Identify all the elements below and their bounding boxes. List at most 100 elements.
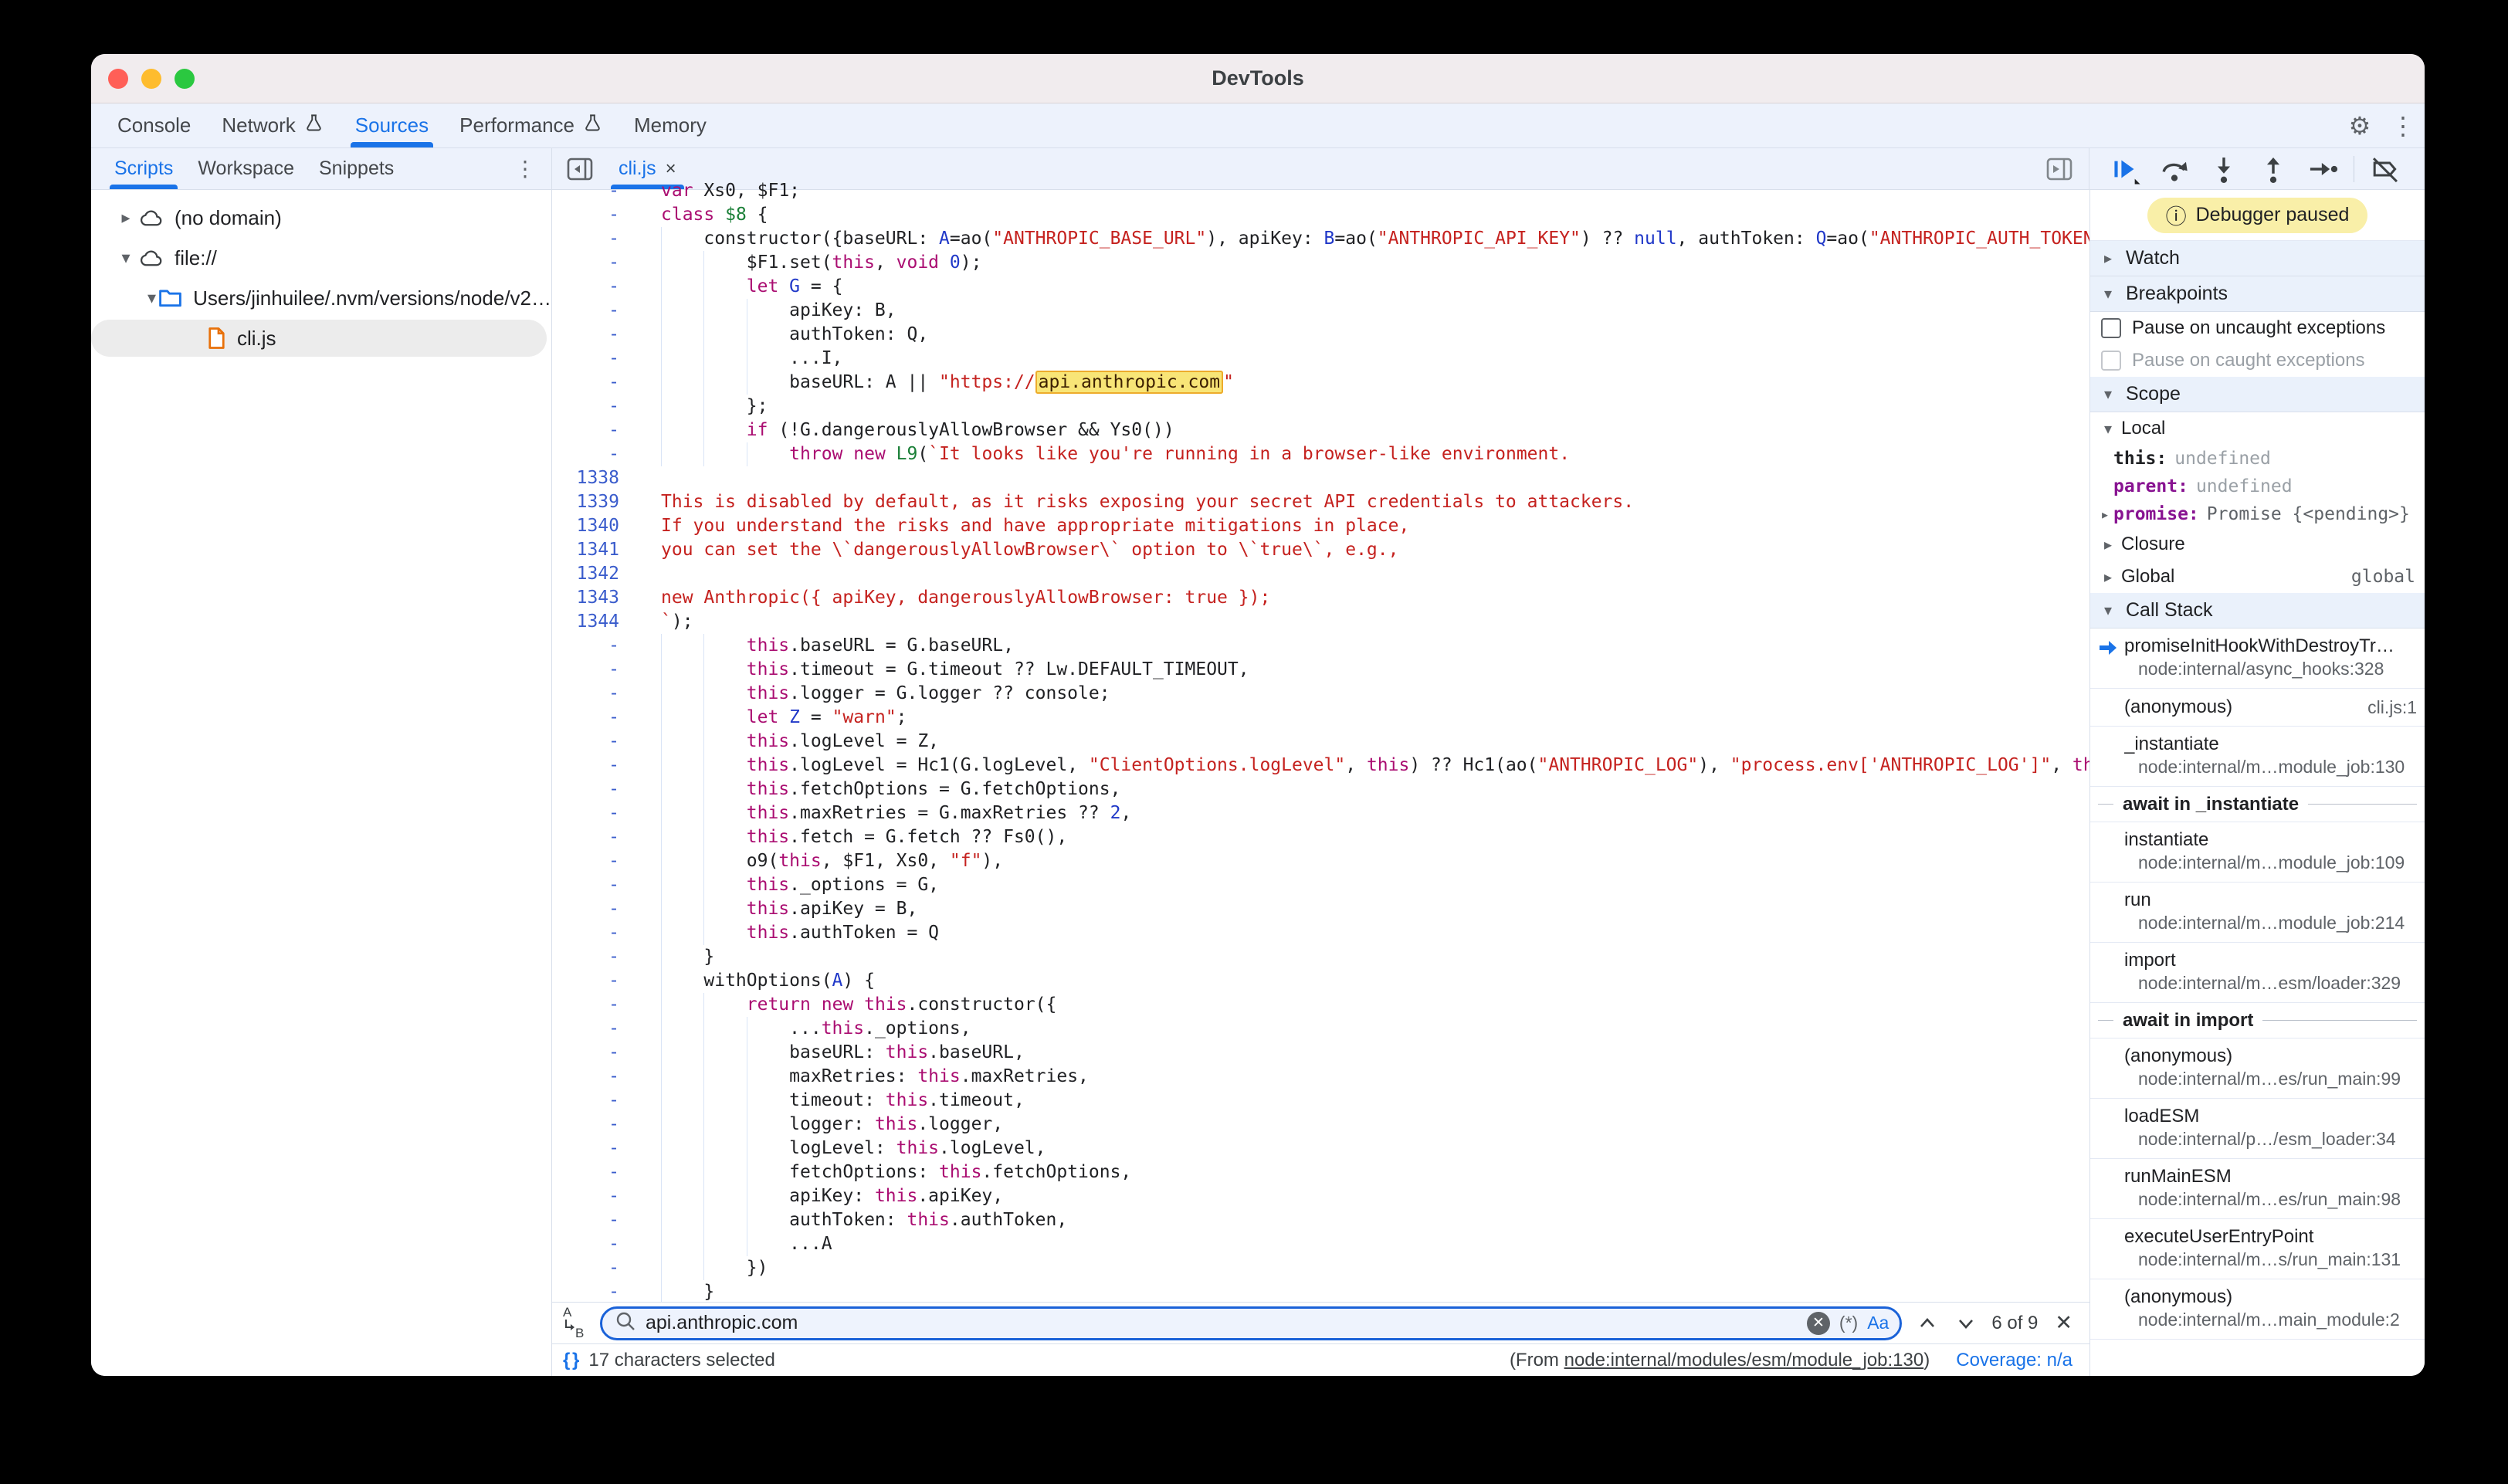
code-line-text[interactable] bbox=[633, 466, 2089, 490]
checkbox[interactable] bbox=[2101, 351, 2121, 371]
scope-group-closure[interactable]: ▸Closure bbox=[2090, 528, 2425, 561]
code-line-text[interactable]: this.authToken = Q bbox=[633, 921, 2089, 945]
call-stack-frame[interactable]: importnode:internal/m…esm/loader:329 bbox=[2090, 943, 2425, 1003]
pretty-print-marker[interactable]: - bbox=[552, 1041, 633, 1065]
regex-toggle[interactable]: (*) bbox=[1839, 1313, 1858, 1333]
pretty-print-marker[interactable]: - bbox=[552, 1280, 633, 1302]
navigator-tab-workspace[interactable]: Workspace bbox=[185, 148, 307, 189]
code-line-text[interactable]: baseURL: this.baseURL, bbox=[633, 1041, 2089, 1065]
pretty-print-marker[interactable]: - bbox=[552, 371, 633, 395]
code-line-text[interactable]: let G = { bbox=[633, 275, 2089, 299]
pretty-print-marker[interactable]: - bbox=[552, 227, 633, 251]
more-menu-icon[interactable]: ⋮ bbox=[2381, 103, 2425, 147]
code-line-text[interactable]: this.logger = G.logger ?? console; bbox=[633, 682, 2089, 706]
code-line-text[interactable] bbox=[633, 562, 2089, 586]
source-origin-link[interactable]: node:internal/modules/esm/module_job:130 bbox=[1564, 1350, 1924, 1370]
code-line-text[interactable]: throw new L9(`It looks like you're runni… bbox=[633, 442, 2089, 466]
scope-section-header[interactable]: ▾ Scope bbox=[2090, 377, 2425, 412]
call-stack-frame[interactable]: (anonymous)node:internal/m…main_module:2 bbox=[2090, 1279, 2425, 1340]
pretty-print-marker[interactable]: - bbox=[552, 730, 633, 754]
code-line-text[interactable]: let Z = "warn"; bbox=[633, 706, 2089, 730]
pretty-print-marker[interactable]: - bbox=[552, 1256, 633, 1280]
code-line-text[interactable]: var Xs0, $F1; bbox=[633, 179, 2089, 203]
code-line-text[interactable]: new Anthropic({ apiKey, dangerouslyAllow… bbox=[633, 586, 2089, 610]
code-line-text[interactable]: this.apiKey = B, bbox=[633, 897, 2089, 921]
pretty-print-marker[interactable]: - bbox=[552, 993, 633, 1017]
code-line-text[interactable]: baseURL: A || "https://api.anthropic.com… bbox=[633, 371, 2089, 395]
pretty-print-marker[interactable]: - bbox=[552, 395, 633, 418]
code-line-text[interactable]: apiKey: this.apiKey, bbox=[633, 1184, 2089, 1208]
pretty-print-marker[interactable]: - bbox=[552, 275, 633, 299]
navigator-tab-scripts[interactable]: Scripts bbox=[102, 148, 185, 189]
match-case-toggle[interactable]: Aa bbox=[1867, 1313, 1889, 1333]
breakpoint-toggle-row[interactable]: Pause on uncaught exceptions bbox=[2090, 312, 2425, 344]
code-line-text[interactable]: this._options = G, bbox=[633, 873, 2089, 897]
code-line-text[interactable]: this.maxRetries = G.maxRetries ?? 2, bbox=[633, 801, 2089, 825]
main-tab-network[interactable]: Network bbox=[206, 103, 339, 147]
pretty-print-marker[interactable]: - bbox=[552, 945, 633, 969]
watch-section-header[interactable]: ▸ Watch bbox=[2090, 241, 2425, 276]
pretty-print-marker[interactable]: - bbox=[552, 347, 633, 371]
code-line-text[interactable]: maxRetries: this.maxRetries, bbox=[633, 1065, 2089, 1089]
deactivate-breakpoints-icon[interactable] bbox=[2364, 151, 2407, 187]
pretty-print-marker[interactable]: - bbox=[552, 778, 633, 801]
pretty-print-marker[interactable]: - bbox=[552, 1113, 633, 1137]
main-tab-performance[interactable]: Performance bbox=[444, 103, 619, 147]
code-line-text[interactable]: }) bbox=[633, 1256, 2089, 1280]
code-line-text[interactable]: `); bbox=[633, 610, 2089, 634]
close-search-icon[interactable]: ✕ bbox=[2050, 1311, 2077, 1335]
scope-group-global[interactable]: ▸Globalglobal bbox=[2090, 561, 2425, 593]
pretty-print-marker[interactable]: - bbox=[552, 849, 633, 873]
call-stack-frame[interactable]: runMainESMnode:internal/m…es/run_main:98 bbox=[2090, 1159, 2425, 1219]
code-line-text[interactable]: if (!G.dangerouslyAllowBrowser && Ys0()) bbox=[633, 418, 2089, 442]
pretty-print-marker[interactable]: - bbox=[552, 825, 633, 849]
pretty-print-marker[interactable]: - bbox=[552, 801, 633, 825]
code-line-text[interactable]: this.logLevel = Z, bbox=[633, 730, 2089, 754]
previous-match-icon[interactable] bbox=[1914, 1312, 1940, 1335]
code-line-text[interactable]: ...I, bbox=[633, 347, 2089, 371]
code-line-text[interactable]: logger: this.logger, bbox=[633, 1113, 2089, 1137]
tree-item-cli-js[interactable]: cli.js bbox=[91, 318, 551, 358]
checkbox[interactable] bbox=[2101, 318, 2121, 338]
tree-collapsed-arrow-icon[interactable]: ▸ bbox=[113, 208, 139, 228]
step-out-icon[interactable] bbox=[2252, 151, 2295, 187]
code-line-text[interactable]: withOptions(A) { bbox=[633, 969, 2089, 993]
pretty-print-marker[interactable]: - bbox=[552, 873, 633, 897]
pretty-print-marker[interactable]: - bbox=[552, 1017, 633, 1041]
code-line-text[interactable]: logLevel: this.logLevel, bbox=[633, 1137, 2089, 1160]
pretty-print-marker[interactable]: - bbox=[552, 921, 633, 945]
pretty-print-marker[interactable]: - bbox=[552, 969, 633, 993]
scope-binding-parent[interactable]: parent:undefined bbox=[2090, 473, 2425, 500]
line-number[interactable]: 1342 bbox=[552, 562, 633, 586]
code-line-text[interactable]: $F1.set(this, void 0); bbox=[633, 251, 2089, 275]
pretty-print-marker[interactable]: - bbox=[552, 634, 633, 658]
scope-binding-promise[interactable]: ▸promise:Promise {<pending>} bbox=[2090, 500, 2425, 528]
code-line-text[interactable]: } bbox=[633, 1280, 2089, 1302]
code-line-text[interactable]: This is disabled by default, as it risks… bbox=[633, 490, 2089, 514]
next-match-icon[interactable] bbox=[1953, 1312, 1979, 1335]
pretty-print-marker[interactable]: - bbox=[552, 1232, 633, 1256]
code-line-text[interactable]: o9(this, $F1, Xs0, "f"), bbox=[633, 849, 2089, 873]
pretty-print-marker[interactable]: - bbox=[552, 658, 633, 682]
tree-item-users-jinhuilee-nvm-versions-node-v2-[interactable]: ▾Users/jinhuilee/.nvm/versions/node/v2… bbox=[91, 278, 551, 318]
step-into-icon[interactable] bbox=[2202, 151, 2245, 187]
line-number[interactable]: 1341 bbox=[552, 538, 633, 562]
code-line-text[interactable]: class $8 { bbox=[633, 203, 2089, 227]
main-tab-console[interactable]: Console bbox=[102, 103, 206, 147]
pretty-print-marker[interactable]: - bbox=[552, 897, 633, 921]
scope-group-local[interactable]: ▾Local bbox=[2090, 412, 2425, 445]
pretty-print-marker[interactable]: - bbox=[552, 682, 633, 706]
tree-item-file-[interactable]: ▾file:// bbox=[91, 238, 551, 278]
code-line-text[interactable]: ...this._options, bbox=[633, 1017, 2089, 1041]
code-line-text[interactable]: }; bbox=[633, 395, 2089, 418]
line-number[interactable]: 1340 bbox=[552, 514, 633, 538]
breakpoints-section-header[interactable]: ▾ Breakpoints bbox=[2090, 276, 2425, 312]
call-stack-frame[interactable]: executeUserEntryPointnode:internal/m…s/r… bbox=[2090, 1219, 2425, 1279]
call-stack-frame[interactable]: _instantiatenode:internal/m…module_job:1… bbox=[2090, 727, 2425, 787]
coverage-link[interactable]: Coverage: n/a bbox=[1956, 1350, 2072, 1371]
pretty-print-marker[interactable]: - bbox=[552, 1065, 633, 1089]
code-line-text[interactable]: this.fetch = G.fetch ?? Fs0(), bbox=[633, 825, 2089, 849]
pretty-print-marker[interactable]: - bbox=[552, 203, 633, 227]
pretty-print-marker[interactable]: - bbox=[552, 251, 633, 275]
code-line-text[interactable]: } bbox=[633, 945, 2089, 969]
